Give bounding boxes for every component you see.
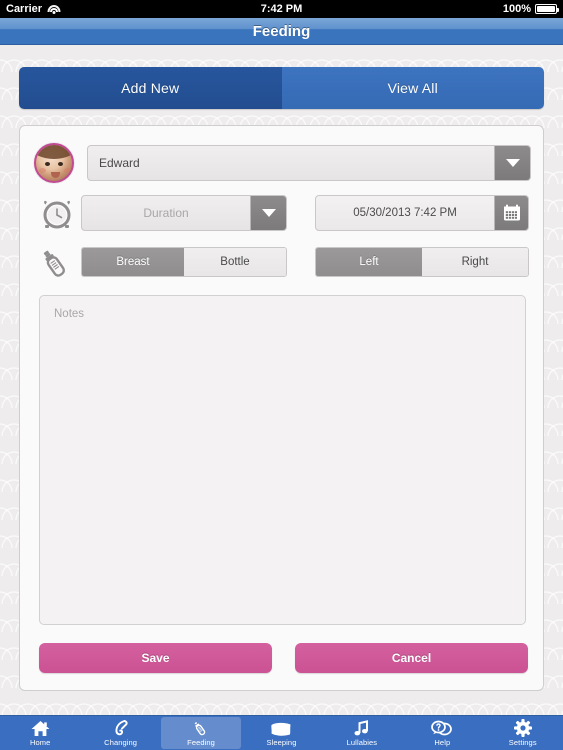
- notes-input[interactable]: Notes: [39, 295, 526, 625]
- safety-pin-icon: [111, 719, 130, 737]
- baby-avatar[interactable]: [34, 143, 74, 183]
- avatar-eye-left: [45, 162, 50, 166]
- avatar-cheek-left: [39, 168, 46, 173]
- tab-lullabies[interactable]: Lullabies: [322, 717, 402, 749]
- side-toggle[interactable]: Left Right: [315, 247, 529, 277]
- duration-dropdown-button[interactable]: [250, 196, 286, 230]
- datetime-value: 05/30/2013 7:42 PM: [353, 207, 457, 219]
- calendar-picker-button[interactable]: [494, 196, 528, 230]
- feeding-form-card: Edward Duration 05/30/2013 7:42 PM Breas…: [19, 125, 544, 691]
- mode-segmented-control[interactable]: Add New View All: [19, 67, 544, 109]
- tab-feeding[interactable]: Feeding: [160, 717, 242, 749]
- tab-changing[interactable]: Changing: [80, 717, 160, 749]
- music-note-icon: [353, 719, 370, 737]
- gear-icon: [513, 719, 532, 737]
- feed-type-row: Breast Bottle Left Right: [34, 242, 531, 282]
- avatar-mouth: [51, 172, 60, 178]
- status-bar: Carrier 7:42 PM 100%: [0, 0, 563, 18]
- tab-sleeping[interactable]: Sleeping: [241, 717, 321, 749]
- baby-bottle-icon: [192, 719, 211, 737]
- side-option-left[interactable]: Left: [316, 248, 422, 276]
- baby-name-select[interactable]: Edward: [87, 145, 531, 181]
- navigation-bar: Feeding: [0, 18, 563, 45]
- status-bar-time: 7:42 PM: [260, 3, 303, 15]
- battery-icon: [535, 4, 559, 14]
- save-button[interactable]: Save: [39, 643, 272, 673]
- duration-row: Duration 05/30/2013 7:42 PM: [34, 192, 531, 234]
- tab-settings-label: Settings: [508, 738, 537, 747]
- page-title: Feeding: [252, 22, 311, 40]
- duration-select[interactable]: Duration: [81, 195, 287, 231]
- house-icon: [31, 719, 50, 737]
- tab-home-label: Home: [30, 738, 51, 747]
- duration-value: Duration: [143, 206, 189, 220]
- baby-row: Edward: [34, 142, 531, 184]
- tab-view-all[interactable]: View All: [281, 67, 544, 109]
- baby-name-dropdown-button[interactable]: [494, 146, 530, 180]
- avatar-cheek-right: [64, 168, 71, 173]
- tab-feeding-label: Feeding: [187, 738, 215, 747]
- calendar-icon: [503, 204, 520, 221]
- tab-home[interactable]: Home: [0, 717, 80, 749]
- pillow-icon: [270, 719, 292, 737]
- feed-type-option-breast[interactable]: Breast: [82, 248, 184, 276]
- feed-type-option-bottle[interactable]: Bottle: [184, 248, 286, 276]
- avatar-hair: [36, 145, 72, 159]
- tab-add-new[interactable]: Add New: [19, 67, 282, 109]
- datetime-field[interactable]: 05/30/2013 7:42 PM: [315, 195, 529, 231]
- alarm-clock-icon: [34, 193, 80, 233]
- feed-type-toggle[interactable]: Breast Bottle: [81, 247, 287, 277]
- chevron-down-icon: [505, 159, 520, 167]
- avatar-eye-right: [58, 162, 63, 166]
- baby-bottle-icon: [34, 242, 80, 282]
- question-bubbles-icon: [431, 719, 453, 737]
- form-actions: Save Cancel: [39, 643, 528, 677]
- tab-changing-label: Changing: [104, 738, 138, 747]
- tab-help[interactable]: Help: [402, 717, 482, 749]
- chevron-down-icon: [261, 209, 276, 217]
- tab-help-label: Help: [434, 738, 451, 747]
- tab-sleeping-label: Sleeping: [266, 738, 297, 747]
- side-option-right[interactable]: Right: [422, 248, 528, 276]
- tab-bar: Home Changing Feeding Sleeping Lullabies…: [0, 715, 563, 750]
- tab-settings[interactable]: Settings: [483, 717, 563, 749]
- cancel-button[interactable]: Cancel: [295, 643, 528, 673]
- tab-lullabies-label: Lullabies: [346, 738, 378, 747]
- baby-name-value: Edward: [99, 156, 140, 170]
